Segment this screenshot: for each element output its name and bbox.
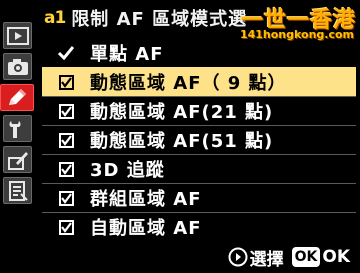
checkbox-checked[interactable]: [58, 190, 74, 206]
shooting-menu-tab[interactable]: [3, 53, 32, 80]
option-single-point-af[interactable]: 單點 AF: [42, 38, 356, 67]
option-label: 單點 AF: [90, 43, 164, 65]
menu-tab-strip: [0, 0, 36, 273]
checkbox-checked[interactable]: [58, 74, 74, 90]
option-label: 動態區域 AF(21 點): [90, 102, 274, 123]
option-dynamic-21[interactable]: 動態區域 AF(21 點): [42, 96, 356, 125]
pencil-icon: [9, 88, 26, 105]
option-label: 3D 追蹤: [90, 160, 165, 181]
my-menu-icon: [8, 180, 28, 201]
multi-selector-icon: [228, 247, 248, 267]
af-area-mode-list: 單點 AF 動態區域 AF（ 9 點） 動態區域 AF(21 點) 動態區域 A…: [42, 38, 356, 241]
playback-icon: [6, 26, 29, 45]
option-label: 群組區域 AF: [90, 189, 202, 210]
playback-menu-tab[interactable]: [3, 22, 32, 49]
camera-icon: [7, 58, 28, 75]
checkbox-checked[interactable]: [58, 161, 74, 177]
option-label: 動態區域 AF（ 9 點）: [90, 73, 287, 94]
option-dynamic-51[interactable]: 動態區域 AF(51 點): [42, 125, 356, 154]
select-hint: 選擇: [228, 245, 284, 270]
button-hints: 選擇 OK OK: [228, 245, 350, 270]
option-label: 自動區域 AF: [90, 218, 202, 239]
custom-settings-tab[interactable]: [0, 84, 34, 111]
setup-menu-tab[interactable]: [3, 115, 32, 142]
wrench-icon: [9, 120, 20, 138]
option-label: 動態區域 AF(51 點): [90, 131, 274, 152]
retouch-icon: [7, 151, 28, 170]
ok-button-icon[interactable]: OK: [291, 247, 321, 267]
ok-hint: OK OK: [291, 247, 350, 267]
option-3d-tracking[interactable]: 3D 追蹤: [42, 154, 356, 183]
option-auto-area-af[interactable]: 自動區域 AF: [42, 212, 356, 241]
option-dynamic-9[interactable]: 動態區域 AF（ 9 點）: [42, 67, 356, 96]
menu-screen: a1 限制 AF 區域模式選 一世一香港 141hongkong.com 單點 …: [0, 0, 360, 273]
my-menu-tab[interactable]: [3, 177, 32, 204]
ok-label: OK: [322, 247, 350, 267]
select-label: 選擇: [249, 249, 284, 270]
checkbox-checked[interactable]: [58, 103, 74, 119]
menu-title: 限制 AF 區域模式選: [71, 9, 248, 30]
checkbox-checked[interactable]: [58, 132, 74, 148]
checkbox-checked[interactable]: [58, 219, 74, 235]
retouch-menu-tab[interactable]: [3, 146, 32, 173]
checkmark-icon: [56, 43, 76, 63]
option-group-area-af[interactable]: 群組區域 AF: [42, 183, 356, 212]
custom-setting-code: a1: [44, 8, 68, 28]
